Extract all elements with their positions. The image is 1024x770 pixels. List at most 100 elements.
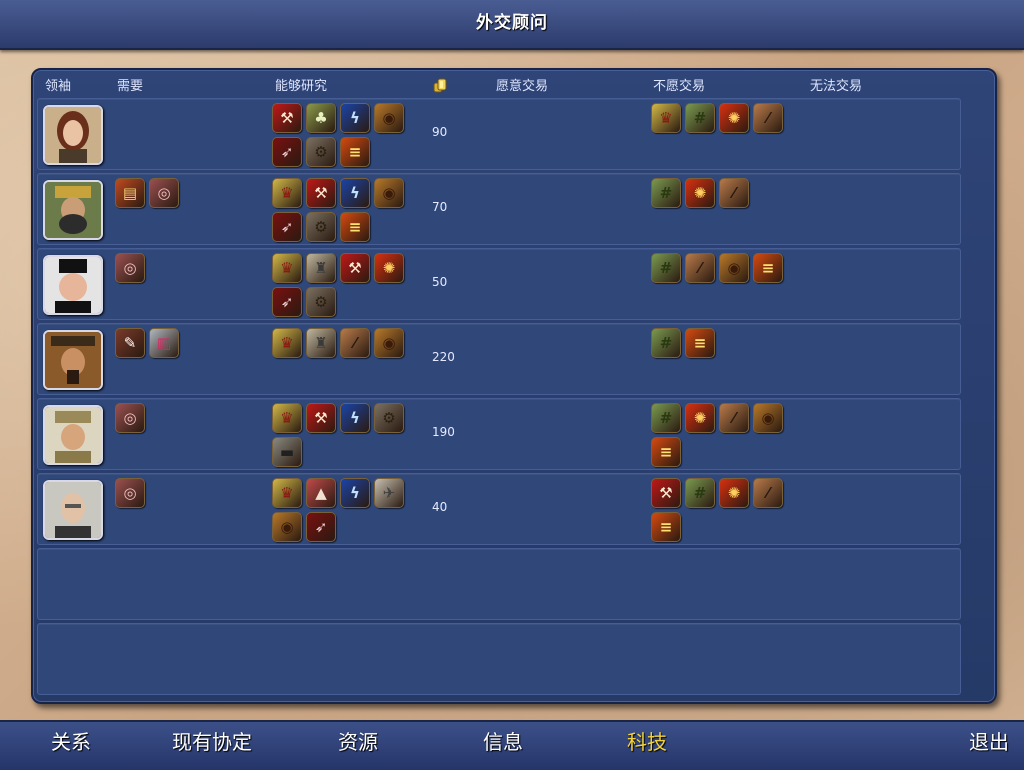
furnace-icon[interactable]: ≡ <box>651 437 681 467</box>
electric-icon[interactable]: ϟ <box>340 178 370 208</box>
rifle-icon[interactable]: ➶ <box>306 512 336 542</box>
furnace-icon[interactable]: ≡ <box>651 512 681 542</box>
furnace-icon[interactable]: ≡ <box>340 137 370 167</box>
fire-icon[interactable]: ✺ <box>685 403 715 433</box>
tab-agreements[interactable]: 现有协定 <box>172 726 252 755</box>
anvil-icon[interactable]: ▲ <box>306 478 336 508</box>
cannon-icon[interactable]: ◉ <box>374 328 404 358</box>
fire-icon[interactable]: ✺ <box>719 103 749 133</box>
gold-amount: 90 <box>432 125 448 139</box>
leader-row[interactable]: 70 ▤ ◎ ♛ ⚒ ϟ ◉ ➶ ⚙ ≡ # ✺ ⁄ <box>37 173 961 245</box>
prism-icon[interactable]: ▥ <box>149 328 179 358</box>
electric-icon[interactable]: ϟ <box>340 403 370 433</box>
musket-icon[interactable]: ⁄ <box>340 328 370 358</box>
gold-amount: 190 <box>432 425 455 439</box>
leader-row[interactable]: 220 ✎ ▥ ♛ ♜ ⁄ ◉ # ≡ <box>37 323 961 395</box>
cannon-icon[interactable]: ◉ <box>753 403 783 433</box>
tab-resources[interactable]: 资源 <box>338 726 378 755</box>
header-cannot: 无法交易 <box>810 79 863 94</box>
furnace-icon[interactable]: ≡ <box>685 328 715 358</box>
gold-amount: 220 <box>432 350 455 364</box>
cannon-icon[interactable]: ◉ <box>374 178 404 208</box>
rifle-icon[interactable]: ➶ <box>272 137 302 167</box>
leader-row[interactable]: 50 ◎ ♛ ♜ ⚒ ✺ ➶ ⚙ # ⁄ ◉ ≡ <box>37 248 961 320</box>
hammer-sickle-icon[interactable]: ⚒ <box>306 403 336 433</box>
farm-icon[interactable]: ♣ <box>306 103 336 133</box>
leader-portrait[interactable] <box>43 255 103 315</box>
gold-amount: 70 <box>432 200 448 214</box>
book-icon[interactable]: ▤ <box>115 178 145 208</box>
hammer-sickle-icon[interactable]: ⚒ <box>306 178 336 208</box>
leader-portrait[interactable] <box>43 180 103 240</box>
grid-icon[interactable]: # <box>685 103 715 133</box>
tab-tech[interactable]: 科技 <box>627 726 667 755</box>
gold-amount: 50 <box>432 275 448 289</box>
exit-button[interactable]: 退出 <box>969 726 1009 755</box>
leader-row[interactable]: 40 ◎ ♛ ▲ ϟ ✈ ◉ ➶ ⚒ # ✺ ⁄ ≡ <box>37 473 961 545</box>
gold-amount: 40 <box>432 500 448 514</box>
suit-icon[interactable]: ♜ <box>306 328 336 358</box>
leader-portrait[interactable] <box>43 105 103 165</box>
electric-icon[interactable]: ϟ <box>340 103 370 133</box>
electric-icon[interactable]: ϟ <box>340 478 370 508</box>
header-unwilling: 不愿交易 <box>653 79 706 94</box>
quill-icon[interactable]: ✎ <box>115 328 145 358</box>
empty-row <box>37 623 961 695</box>
grid-icon[interactable]: # <box>651 253 681 283</box>
airplane-icon[interactable]: ✈ <box>374 478 404 508</box>
musket-icon[interactable]: ⁄ <box>719 403 749 433</box>
leader-row[interactable]: 90 ⚒ ♣ ϟ ◉ ➶ ⚙ ≡ ♛ # ✺ ⁄ <box>37 98 961 170</box>
musket-icon[interactable]: ⁄ <box>753 103 783 133</box>
furnace-icon[interactable]: ≡ <box>753 253 783 283</box>
suit-icon[interactable]: ♜ <box>306 253 336 283</box>
furnace-icon[interactable]: ≡ <box>340 212 370 242</box>
gears-icon[interactable]: ⚙ <box>306 212 336 242</box>
header-need: 需要 <box>117 79 144 94</box>
empty-row <box>37 548 961 620</box>
header-willing: 愿意交易 <box>496 79 549 94</box>
fire-icon[interactable]: ✺ <box>685 178 715 208</box>
crown-icon[interactable]: ♛ <box>272 178 302 208</box>
grid-icon[interactable]: # <box>651 403 681 433</box>
crown-icon[interactable]: ♛ <box>272 253 302 283</box>
gold-coins-icon <box>433 78 447 93</box>
header-leader: 领袖 <box>45 79 72 94</box>
hammer-sickle-icon[interactable]: ⚒ <box>272 103 302 133</box>
yarn-icon[interactable]: ◎ <box>115 403 145 433</box>
yarn-icon[interactable]: ◎ <box>115 478 145 508</box>
title-bar: 外交顾问 <box>0 0 1024 50</box>
leader-row[interactable]: 190 ◎ ♛ ⚒ ϟ ⚙ ▬ # ✺ ⁄ ◉ ≡ <box>37 398 961 470</box>
fire-icon[interactable]: ✺ <box>719 478 749 508</box>
tab-relations[interactable]: 关系 <box>51 726 91 755</box>
musket-icon[interactable]: ⁄ <box>719 178 749 208</box>
cannon-icon[interactable]: ◉ <box>719 253 749 283</box>
musket-icon[interactable]: ⁄ <box>753 478 783 508</box>
grid-icon[interactable]: # <box>685 478 715 508</box>
fire-icon[interactable]: ✺ <box>374 253 404 283</box>
crown-icon[interactable]: ♛ <box>272 478 302 508</box>
grid-icon[interactable]: # <box>651 178 681 208</box>
grid-icon[interactable]: # <box>651 328 681 358</box>
gears-icon[interactable]: ⚙ <box>306 137 336 167</box>
locomotive-icon[interactable]: ▬ <box>272 437 302 467</box>
gears-icon[interactable]: ⚙ <box>306 287 336 317</box>
leader-portrait[interactable] <box>43 405 103 465</box>
yarn-icon[interactable]: ◎ <box>115 253 145 283</box>
hammer-sickle-icon[interactable]: ⚒ <box>340 253 370 283</box>
header-can-research: 能够研究 <box>275 79 328 94</box>
leader-portrait[interactable] <box>43 330 103 390</box>
rifle-icon[interactable]: ➶ <box>272 212 302 242</box>
tab-info[interactable]: 信息 <box>483 726 523 755</box>
hammer-sickle-icon[interactable]: ⚒ <box>651 478 681 508</box>
musket-icon[interactable]: ⁄ <box>685 253 715 283</box>
gears-icon[interactable]: ⚙ <box>374 403 404 433</box>
page-title: 外交顾问 <box>476 13 548 33</box>
crown-icon[interactable]: ♛ <box>272 403 302 433</box>
rifle-icon[interactable]: ➶ <box>272 287 302 317</box>
crown-icon[interactable]: ♛ <box>651 103 681 133</box>
cannon-icon[interactable]: ◉ <box>374 103 404 133</box>
cannon-icon[interactable]: ◉ <box>272 512 302 542</box>
leader-portrait[interactable] <box>43 480 103 540</box>
yarn-icon[interactable]: ◎ <box>149 178 179 208</box>
crown-icon[interactable]: ♛ <box>272 328 302 358</box>
